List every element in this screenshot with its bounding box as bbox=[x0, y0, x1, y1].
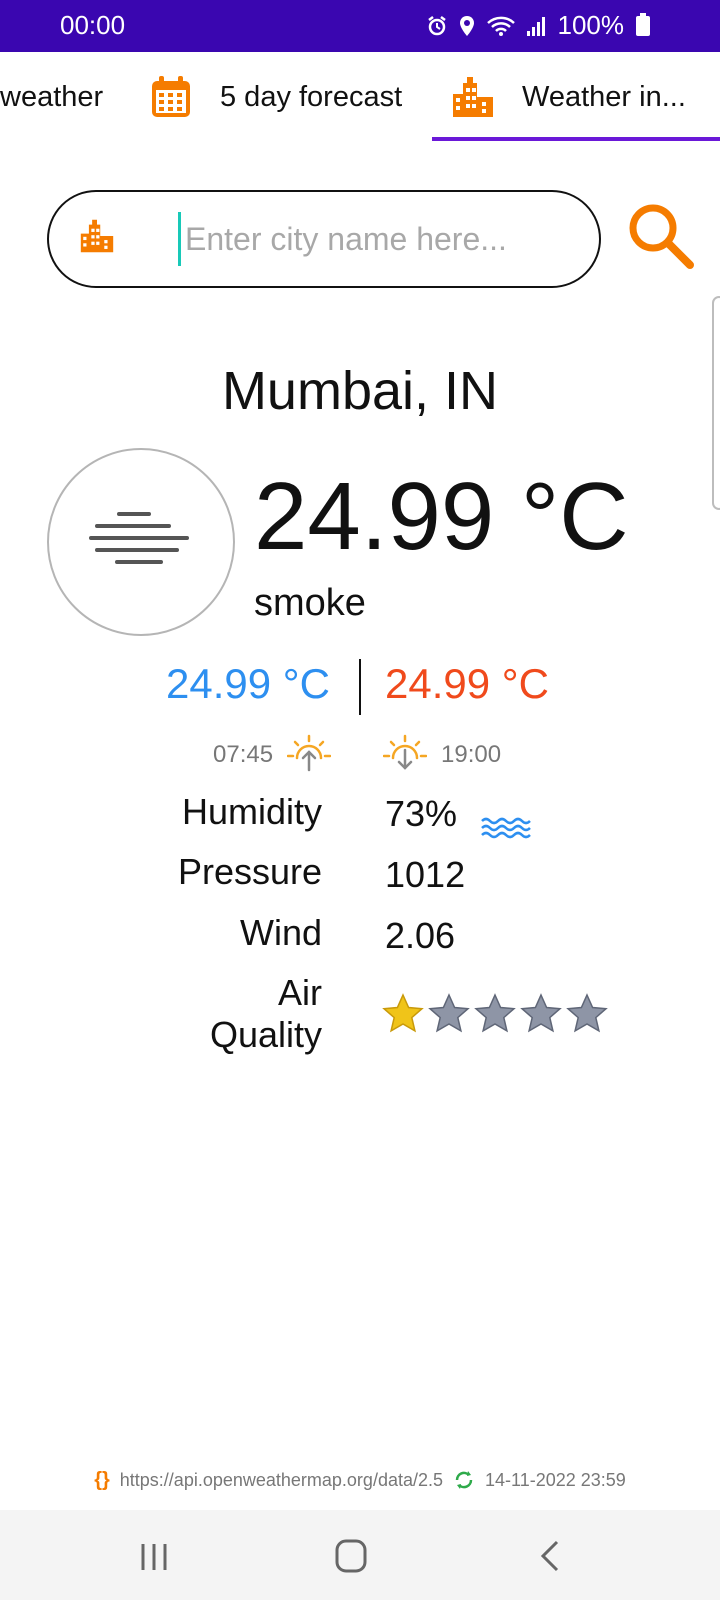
max-temperature: 24.99 °C bbox=[385, 660, 549, 707]
temperature-divider bbox=[359, 659, 361, 715]
api-icon: {} bbox=[94, 1468, 110, 1491]
condition-icon-circle bbox=[47, 448, 235, 636]
alarm-icon bbox=[426, 15, 448, 37]
haze-icon bbox=[89, 512, 189, 564]
wind-label: Wind bbox=[239, 912, 322, 953]
tab-bar: weather 5 day forecast Weather in... bbox=[0, 52, 720, 142]
search-button[interactable] bbox=[626, 200, 696, 272]
battery-icon bbox=[636, 12, 650, 36]
status-time: 00:00 bbox=[60, 10, 126, 40]
tab-5-day-forecast[interactable]: 5 day forecast bbox=[150, 52, 402, 142]
air-quality-label: Air Quality bbox=[209, 972, 322, 1055]
city-search-input[interactable] bbox=[178, 212, 547, 266]
search-icon bbox=[629, 204, 694, 269]
calendar-icon bbox=[150, 75, 192, 119]
star-empty-icon bbox=[474, 993, 516, 1033]
sunset-icon bbox=[382, 734, 428, 779]
sunset-time: 19:00 bbox=[441, 741, 502, 768]
tab-5-day-forecast-label: 5 day forecast bbox=[220, 80, 403, 113]
home-button[interactable] bbox=[335, 1539, 367, 1578]
sunrise-time: 07:45 bbox=[213, 741, 274, 768]
humidity-icon bbox=[480, 816, 534, 845]
battery-percent: 100% bbox=[557, 10, 625, 40]
city-icon bbox=[80, 219, 114, 258]
wifi-icon bbox=[486, 15, 516, 37]
api-url: https://api.openweathermap.org/data/2.5 bbox=[119, 1469, 443, 1490]
city-name: Mumbai, IN bbox=[221, 361, 499, 421]
humidity-label: Humidity bbox=[181, 791, 322, 832]
status-icons: 100% bbox=[426, 10, 650, 41]
wind-value: 2.06 bbox=[385, 915, 456, 956]
tab-weather-label: weather bbox=[0, 80, 104, 113]
condition-text: smoke bbox=[254, 582, 366, 624]
humidity-value: 73% bbox=[385, 793, 458, 834]
selected-tab-indicator bbox=[432, 137, 720, 141]
star-empty-icon bbox=[566, 993, 608, 1033]
recent-apps-button[interactable] bbox=[140, 1542, 168, 1577]
tab-weather[interactable]: weather bbox=[0, 52, 103, 142]
back-button[interactable] bbox=[540, 1540, 560, 1577]
star-filled-icon bbox=[382, 993, 424, 1033]
refresh-icon[interactable] bbox=[453, 1469, 475, 1491]
star-empty-icon bbox=[428, 993, 470, 1033]
signal-icon bbox=[526, 15, 548, 37]
last-updated: 14-11-2022 23:59 bbox=[485, 1469, 626, 1490]
pressure-label: Pressure bbox=[177, 851, 322, 892]
tab-weather-in[interactable]: Weather in... bbox=[452, 52, 686, 142]
min-temperature: 24.99 °C bbox=[166, 660, 330, 707]
system-navigation-bar bbox=[0, 1510, 720, 1600]
current-temperature: 24.99 °C bbox=[254, 463, 629, 570]
location-icon bbox=[458, 15, 476, 37]
air-quality-rating bbox=[382, 993, 612, 1037]
city-icon bbox=[452, 76, 494, 118]
tab-weather-in-label: Weather in... bbox=[522, 80, 686, 113]
pressure-value: 1012 bbox=[385, 854, 466, 895]
sunrise-icon bbox=[286, 734, 332, 779]
star-empty-icon bbox=[520, 993, 562, 1033]
footer: {} https://api.openweathermap.org/data/2… bbox=[0, 1465, 720, 1495]
status-bar: 00:00 100% bbox=[0, 0, 720, 52]
